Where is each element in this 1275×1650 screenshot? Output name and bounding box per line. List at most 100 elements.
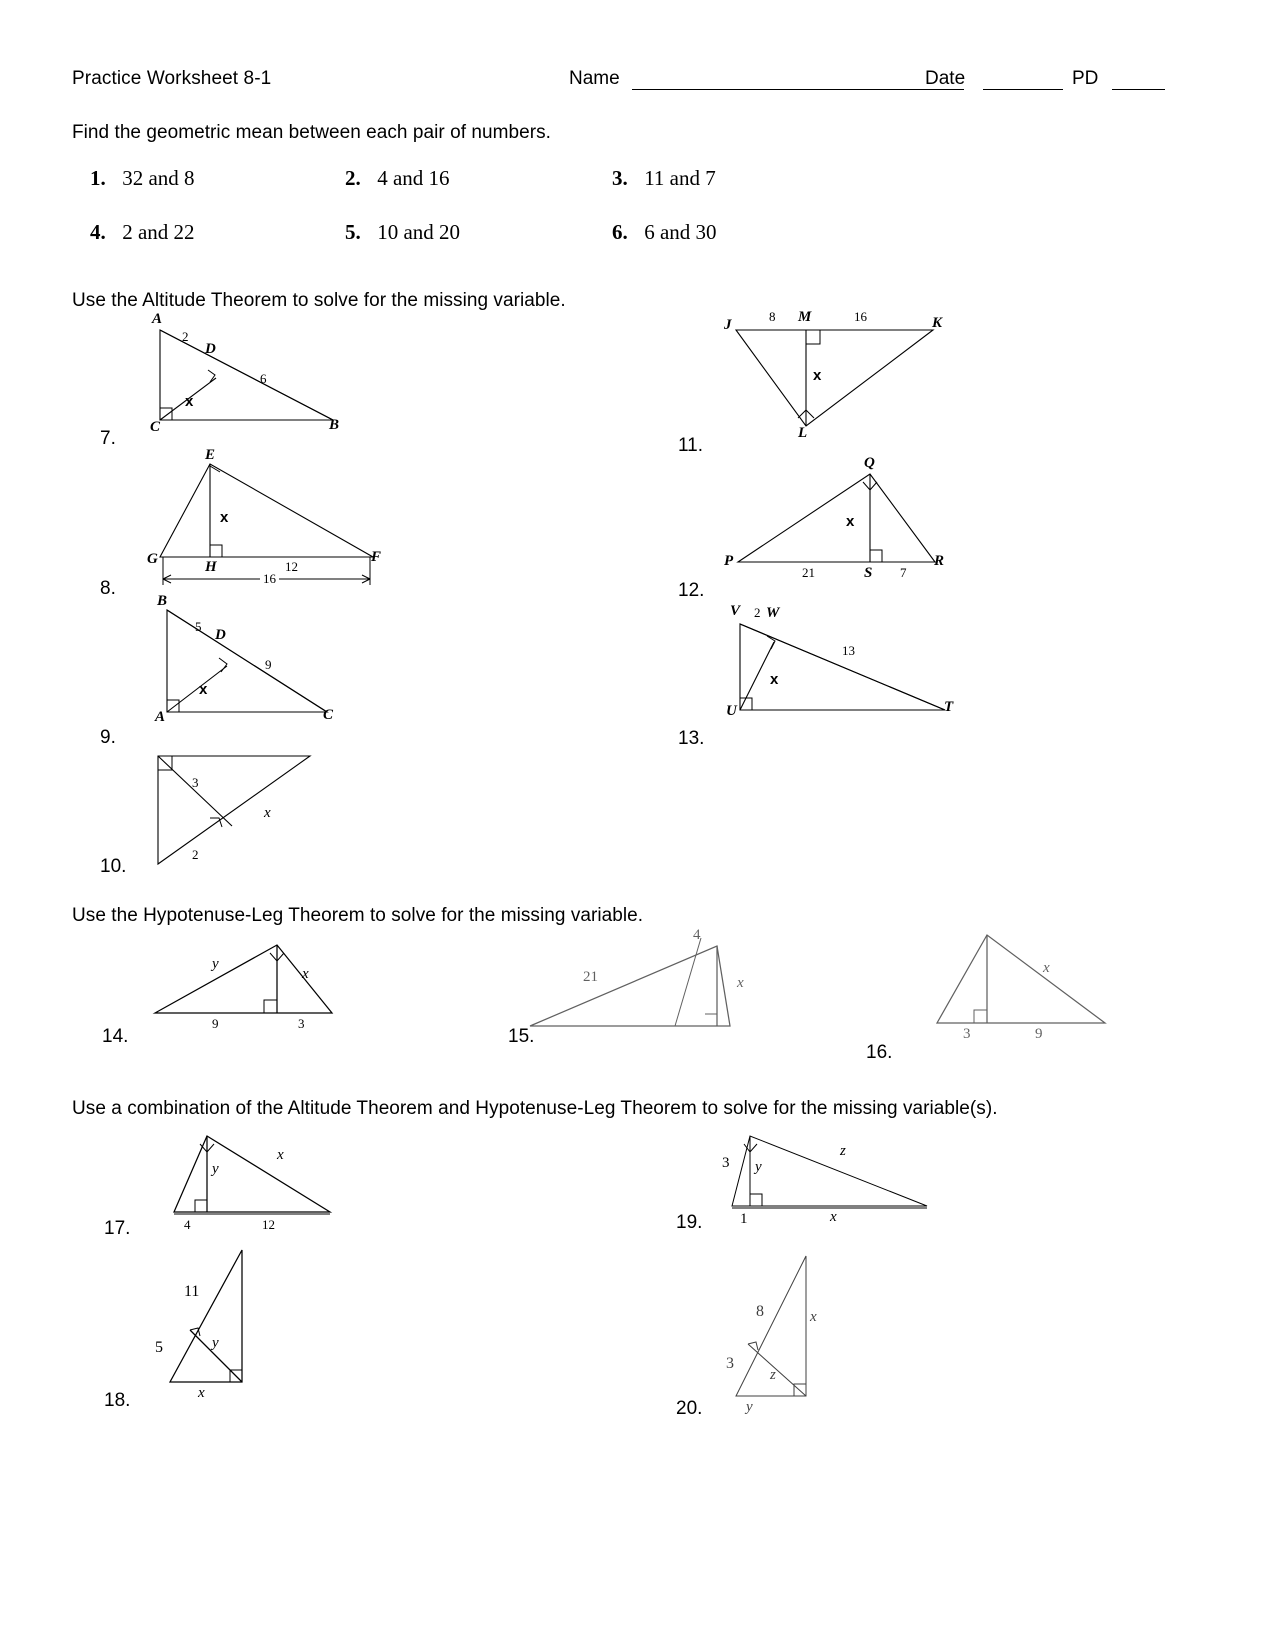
- problem-3: 3. 11 and 7: [612, 166, 716, 191]
- figure-16: x 3 9: [925, 925, 1155, 1042]
- figure-7-label-B: B: [329, 417, 340, 433]
- figure-8-label-F: F: [371, 549, 382, 565]
- problem-6-text: 6 and 30: [644, 220, 717, 244]
- pd-field[interactable]: [1112, 89, 1165, 90]
- figure-8-label-G: G: [147, 551, 158, 567]
- figure-7-label-C: C: [150, 419, 161, 435]
- figure-20-value-y: y: [746, 1399, 753, 1415]
- figure-13-value-13: 13: [842, 643, 855, 658]
- figure-7: A D C B 2 6 x: [148, 312, 368, 435]
- figure-10-value-2: 2: [192, 847, 199, 862]
- figure-9-value-5: 5: [195, 619, 202, 634]
- figure-9: B D A C 5 9 x: [155, 594, 385, 725]
- figure-19: 3 y z 1 x: [722, 1128, 952, 1228]
- figure-8-value-12: 12: [285, 559, 298, 574]
- figure-15-value-21: 21: [583, 969, 598, 985]
- figure-13-label-U: U: [726, 703, 737, 719]
- figure-9-label-D: D: [215, 627, 226, 643]
- problem-1-number: 1.: [90, 166, 106, 190]
- problem-1: 1. 32 and 8: [90, 166, 195, 191]
- figure-8-value-x: x: [220, 509, 229, 526]
- figure-12-label-R: R: [934, 553, 945, 569]
- figure-16-value-9: 9: [1035, 1026, 1043, 1042]
- page-title: Practice Worksheet 8-1: [72, 68, 272, 89]
- figure-9-value-x: x: [199, 681, 208, 698]
- problem-19-number: 19.: [676, 1212, 703, 1233]
- name-label: Name: [569, 68, 620, 89]
- problem-11-number: 11.: [678, 435, 704, 456]
- figure-7-label-D: D: [205, 341, 216, 357]
- figure-11-value-x: x: [813, 367, 822, 384]
- figure-19-value-z: z: [840, 1143, 846, 1159]
- figure-11-value-8: 8: [769, 309, 776, 324]
- figure-10: 3 x 2: [150, 748, 350, 873]
- worksheet-header: Practice Worksheet 8-1 Name Date PD: [72, 68, 1182, 98]
- problem-5: 5. 10 and 20: [345, 220, 460, 245]
- problem-12-number: 12.: [678, 580, 705, 601]
- figure-11-label-L: L: [798, 425, 808, 441]
- section-combination-instruction: Use a combination of the Altitude Theore…: [72, 1098, 998, 1119]
- figure-12-label-P: P: [724, 553, 734, 569]
- figure-20-value-3: 3: [726, 1355, 734, 1372]
- problem-2-text: 4 and 16: [377, 166, 450, 190]
- figure-9-value-9: 9: [265, 657, 272, 672]
- figure-14-value-3: 3: [298, 1016, 305, 1031]
- problem-14-number: 14.: [102, 1026, 129, 1047]
- figure-8-label-E: E: [205, 447, 216, 463]
- problem-7-number: 7.: [100, 428, 116, 449]
- figure-11-label-K: K: [932, 315, 943, 331]
- figure-17-value-y: y: [212, 1161, 219, 1177]
- figure-12-label-Q: Q: [864, 455, 875, 471]
- figure-13-label-W: W: [766, 605, 780, 621]
- figure-10-value-3: 3: [192, 775, 199, 790]
- figure-7-label-A: A: [152, 311, 163, 327]
- problem-4-text: 2 and 22: [122, 220, 195, 244]
- figure-12: Q P S R x 21 7: [724, 456, 960, 587]
- figure-12-value-7: 7: [900, 565, 907, 580]
- figure-11-label-J: J: [724, 317, 732, 333]
- figure-18-value-y: y: [212, 1335, 219, 1351]
- figure-13-label-V: V: [730, 603, 741, 619]
- problem-4-number: 4.: [90, 220, 106, 244]
- figure-7-value-2: 2: [182, 329, 189, 344]
- figure-14-value-x: x: [302, 966, 309, 982]
- figure-19-value-3: 3: [722, 1155, 730, 1171]
- figure-15: 21 4 x: [525, 928, 775, 1040]
- figure-16-value-x: x: [1043, 960, 1050, 976]
- figure-13-value-x: x: [770, 671, 779, 688]
- section-altitude-instruction: Use the Altitude Theorem to solve for th…: [72, 290, 566, 311]
- figure-11-label-M: M: [798, 309, 812, 325]
- figure-7-value-6: 6: [260, 371, 267, 386]
- figure-14-value-y: y: [212, 956, 219, 972]
- figure-12-value-21: 21: [802, 565, 815, 580]
- figure-17-value-12: 12: [262, 1217, 275, 1232]
- problem-20-number: 20.: [676, 1398, 703, 1419]
- problem-4: 4. 2 and 22: [90, 220, 195, 245]
- problem-17-number: 17.: [104, 1218, 131, 1239]
- pd-label: PD: [1072, 68, 1099, 89]
- figure-10-value-x: x: [264, 805, 271, 821]
- figure-8-label-H: H: [205, 559, 217, 575]
- figure-20-value-z: z: [770, 1367, 776, 1383]
- figure-16-value-3: 3: [963, 1026, 971, 1042]
- figure-18-value-11: 11: [184, 1283, 200, 1300]
- problem-5-number: 5.: [345, 220, 361, 244]
- figure-17-value-4: 4: [184, 1217, 191, 1232]
- figure-15-value-x: x: [737, 975, 744, 991]
- figure-7-value-x: x: [185, 393, 194, 410]
- figure-8: E G H F x 12 16: [147, 448, 395, 592]
- problem-1-text: 32 and 8: [122, 166, 195, 190]
- problem-10-number: 10.: [100, 856, 127, 877]
- figure-13-value-2: 2: [754, 605, 761, 620]
- problem-18-number: 18.: [104, 1390, 131, 1411]
- name-field[interactable]: [632, 89, 964, 90]
- problem-3-text: 11 and 7: [644, 166, 716, 190]
- problem-6: 6. 6 and 30: [612, 220, 717, 245]
- figure-9-label-C: C: [323, 707, 334, 723]
- problem-16-number: 16.: [866, 1042, 893, 1063]
- figure-8-value-16: 16: [260, 572, 279, 585]
- problem-8-number: 8.: [100, 578, 116, 599]
- date-field[interactable]: [983, 89, 1063, 90]
- figure-20-value-8: 8: [756, 1303, 764, 1320]
- problem-2: 2. 4 and 16: [345, 166, 450, 191]
